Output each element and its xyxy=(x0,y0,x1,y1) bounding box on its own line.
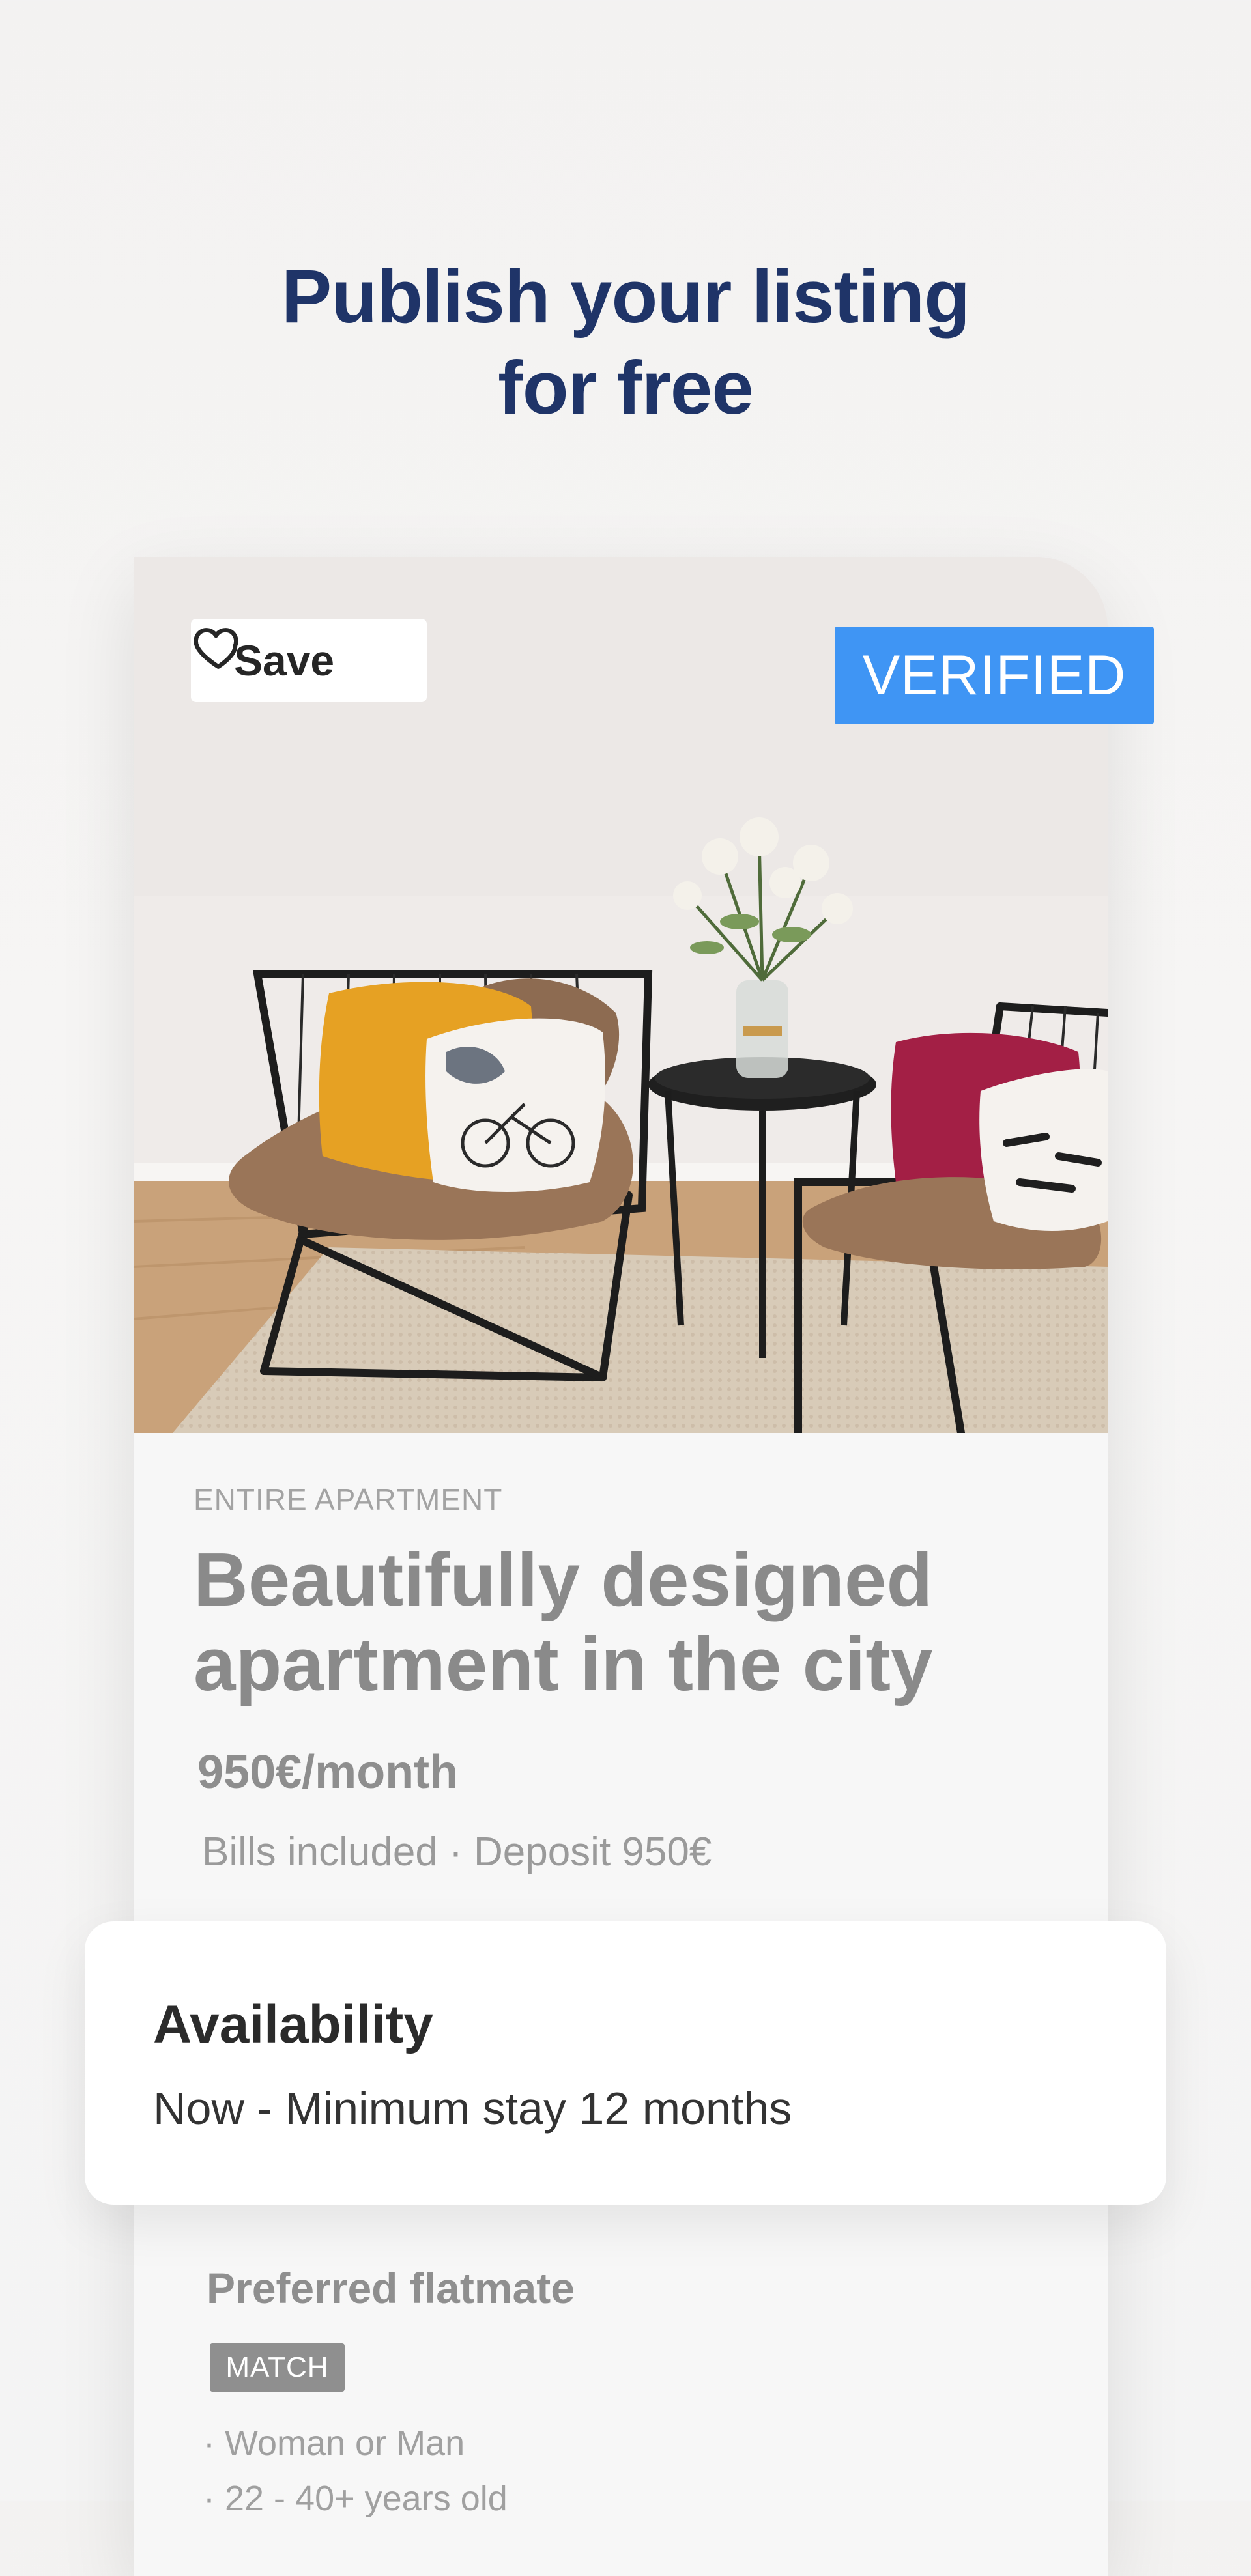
listing-bills: Bills included · Deposit 950€ xyxy=(202,1830,712,1875)
listing-title: Beautifully designed apartment in the ci… xyxy=(194,1537,1073,1706)
page-headline: Publish your listing for free xyxy=(0,251,1251,433)
preferred-flatmate-title: Preferred flatmate xyxy=(207,2264,575,2312)
headline-line-1: Publish your listing xyxy=(281,254,970,339)
save-label: Save xyxy=(234,636,335,685)
preferred-gender: · Woman or Man xyxy=(203,2424,465,2463)
listing-title-line-1: Beautifully designed xyxy=(194,1537,933,1622)
preferred-age: · 22 - 40+ years old xyxy=(203,2479,508,2518)
listing-title-line-2: apartment in the city xyxy=(194,1622,933,1706)
availability-text: Now - Minimum stay 12 months xyxy=(153,2083,792,2134)
availability-title: Availability xyxy=(153,1995,433,2054)
match-badge: MATCH xyxy=(210,2343,345,2392)
headline-line-2: for free xyxy=(498,345,754,430)
save-button[interactable]: Save xyxy=(191,619,427,702)
availability-card: Availability Now - Minimum stay 12 month… xyxy=(85,1921,1166,2205)
heart-icon xyxy=(194,628,238,669)
verified-badge: VERIFIED xyxy=(835,627,1154,724)
listing-type: ENTIRE APARTMENT xyxy=(194,1482,503,1516)
listing-price: 950€/month xyxy=(197,1746,459,1798)
